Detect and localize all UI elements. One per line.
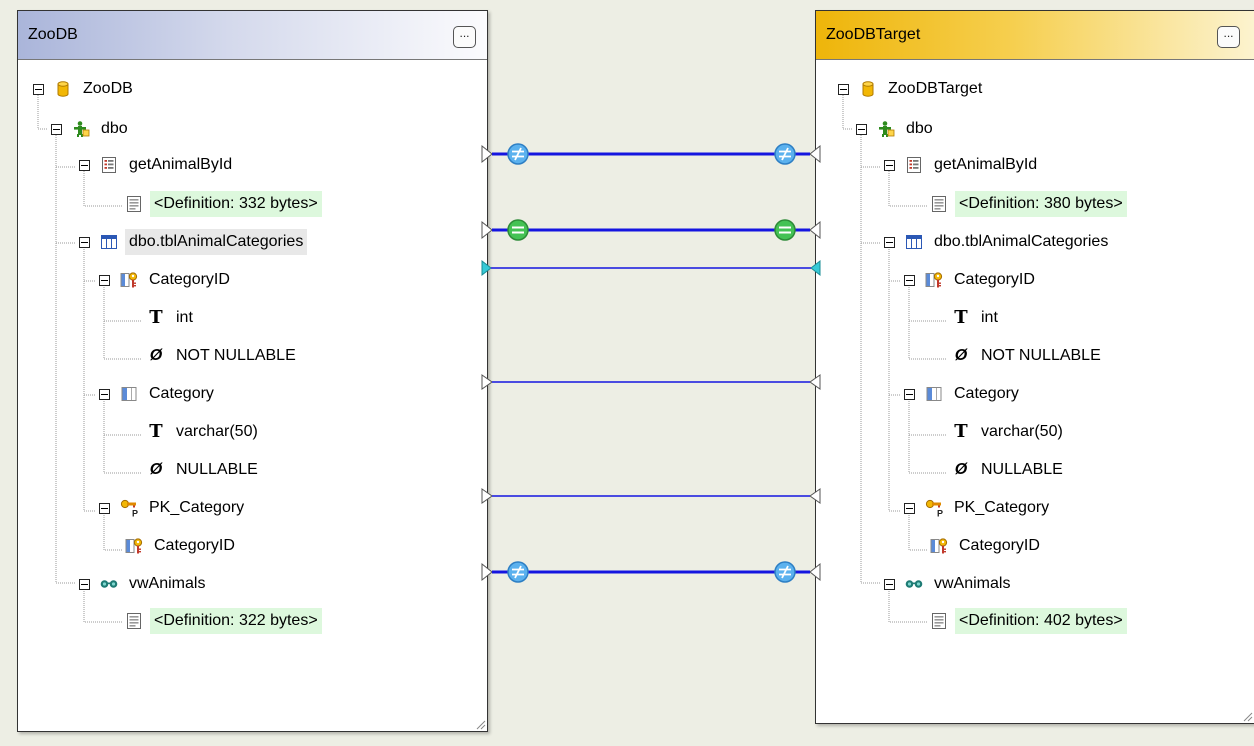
mapping-connector-getanimalbyid[interactable]: [481, 143, 821, 165]
not-equal-icon[interactable]: [507, 143, 529, 165]
not-equal-icon[interactable]: [774, 561, 796, 583]
comparison-mapping-area: [481, 143, 821, 583]
mapping-connector-tblanimalcategories[interactable]: [481, 219, 821, 241]
equal-icon[interactable]: [774, 219, 796, 241]
mapping-connector-vwanimals[interactable]: [481, 561, 821, 583]
not-equal-icon[interactable]: [507, 561, 529, 583]
mapping-connector-category[interactable]: [481, 374, 821, 390]
mapping-connector-categoryid[interactable]: [481, 259, 821, 277]
not-equal-icon[interactable]: [774, 143, 796, 165]
mapping-connector-pk-category[interactable]: [481, 488, 821, 504]
equal-icon[interactable]: [507, 219, 529, 241]
